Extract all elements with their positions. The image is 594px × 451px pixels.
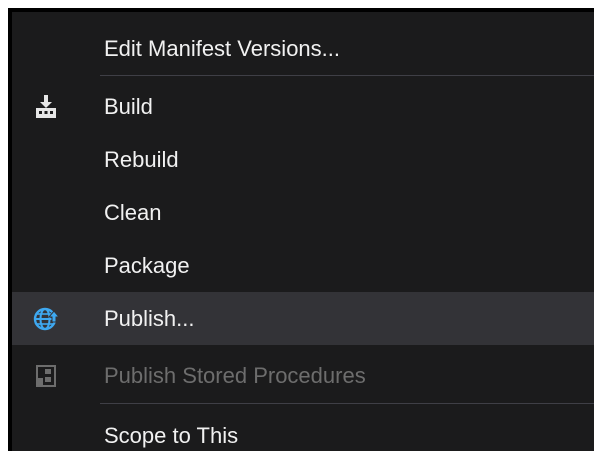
- menu-item-label: Publish...: [104, 305, 195, 331]
- menu-item-label: Clean: [104, 199, 162, 225]
- menu-item-label: Scope to This: [104, 422, 239, 448]
- menu-item-package[interactable]: Package: [12, 239, 594, 292]
- context-menu: Edit Manifest Versions... Build Rebuild …: [12, 12, 594, 451]
- menu-item-build[interactable]: Build: [12, 80, 594, 133]
- publish-stored-procedures-icon: [32, 362, 60, 390]
- publish-web-icon: [32, 305, 60, 333]
- menu-separator: [100, 403, 594, 404]
- menu-item-publish-stored-procedures: Publish Stored Procedures: [12, 349, 594, 402]
- menu-item-label: Package: [104, 252, 190, 278]
- build-icon: [32, 93, 60, 121]
- menu-item-publish[interactable]: Publish...: [12, 292, 594, 345]
- menu-item-rebuild[interactable]: Rebuild: [12, 133, 594, 186]
- menu-item-label: Publish Stored Procedures: [104, 362, 366, 388]
- menu-item-clean[interactable]: Clean: [12, 186, 594, 239]
- menu-item-edit-manifest-versions[interactable]: Edit Manifest Versions...: [12, 22, 594, 75]
- menu-item-scope-to-this[interactable]: Scope to This: [12, 409, 594, 451]
- menu-item-label: Build: [104, 93, 153, 119]
- menu-item-label: Rebuild: [104, 146, 179, 172]
- menu-item-label: Edit Manifest Versions...: [104, 35, 340, 61]
- menu-separator: [100, 75, 594, 76]
